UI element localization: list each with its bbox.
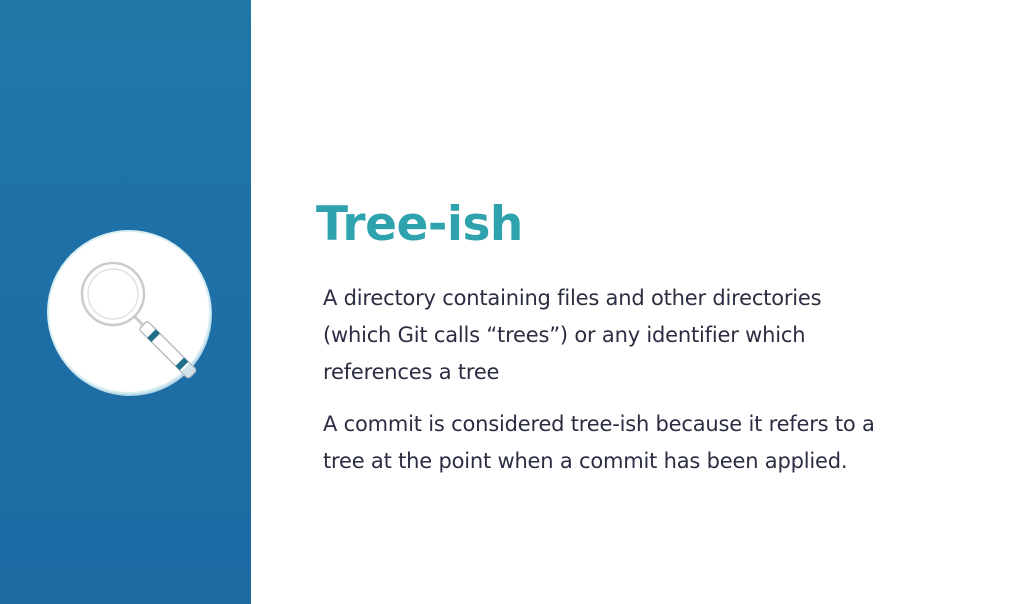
definition-paragraph: A directory containing files and other d… — [323, 286, 822, 384]
icon-badge — [49, 232, 209, 392]
side-panel — [0, 0, 251, 604]
magnifying-glass-icon — [80, 261, 197, 379]
slide-title: Tree-ish — [316, 197, 523, 252]
example-paragraph: A commit is considered tree-ish because … — [323, 412, 875, 473]
content-area: Tree-ish A directory containing files an… — [316, 0, 976, 604]
slide: Tree-ish A directory containing files an… — [0, 0, 1014, 604]
